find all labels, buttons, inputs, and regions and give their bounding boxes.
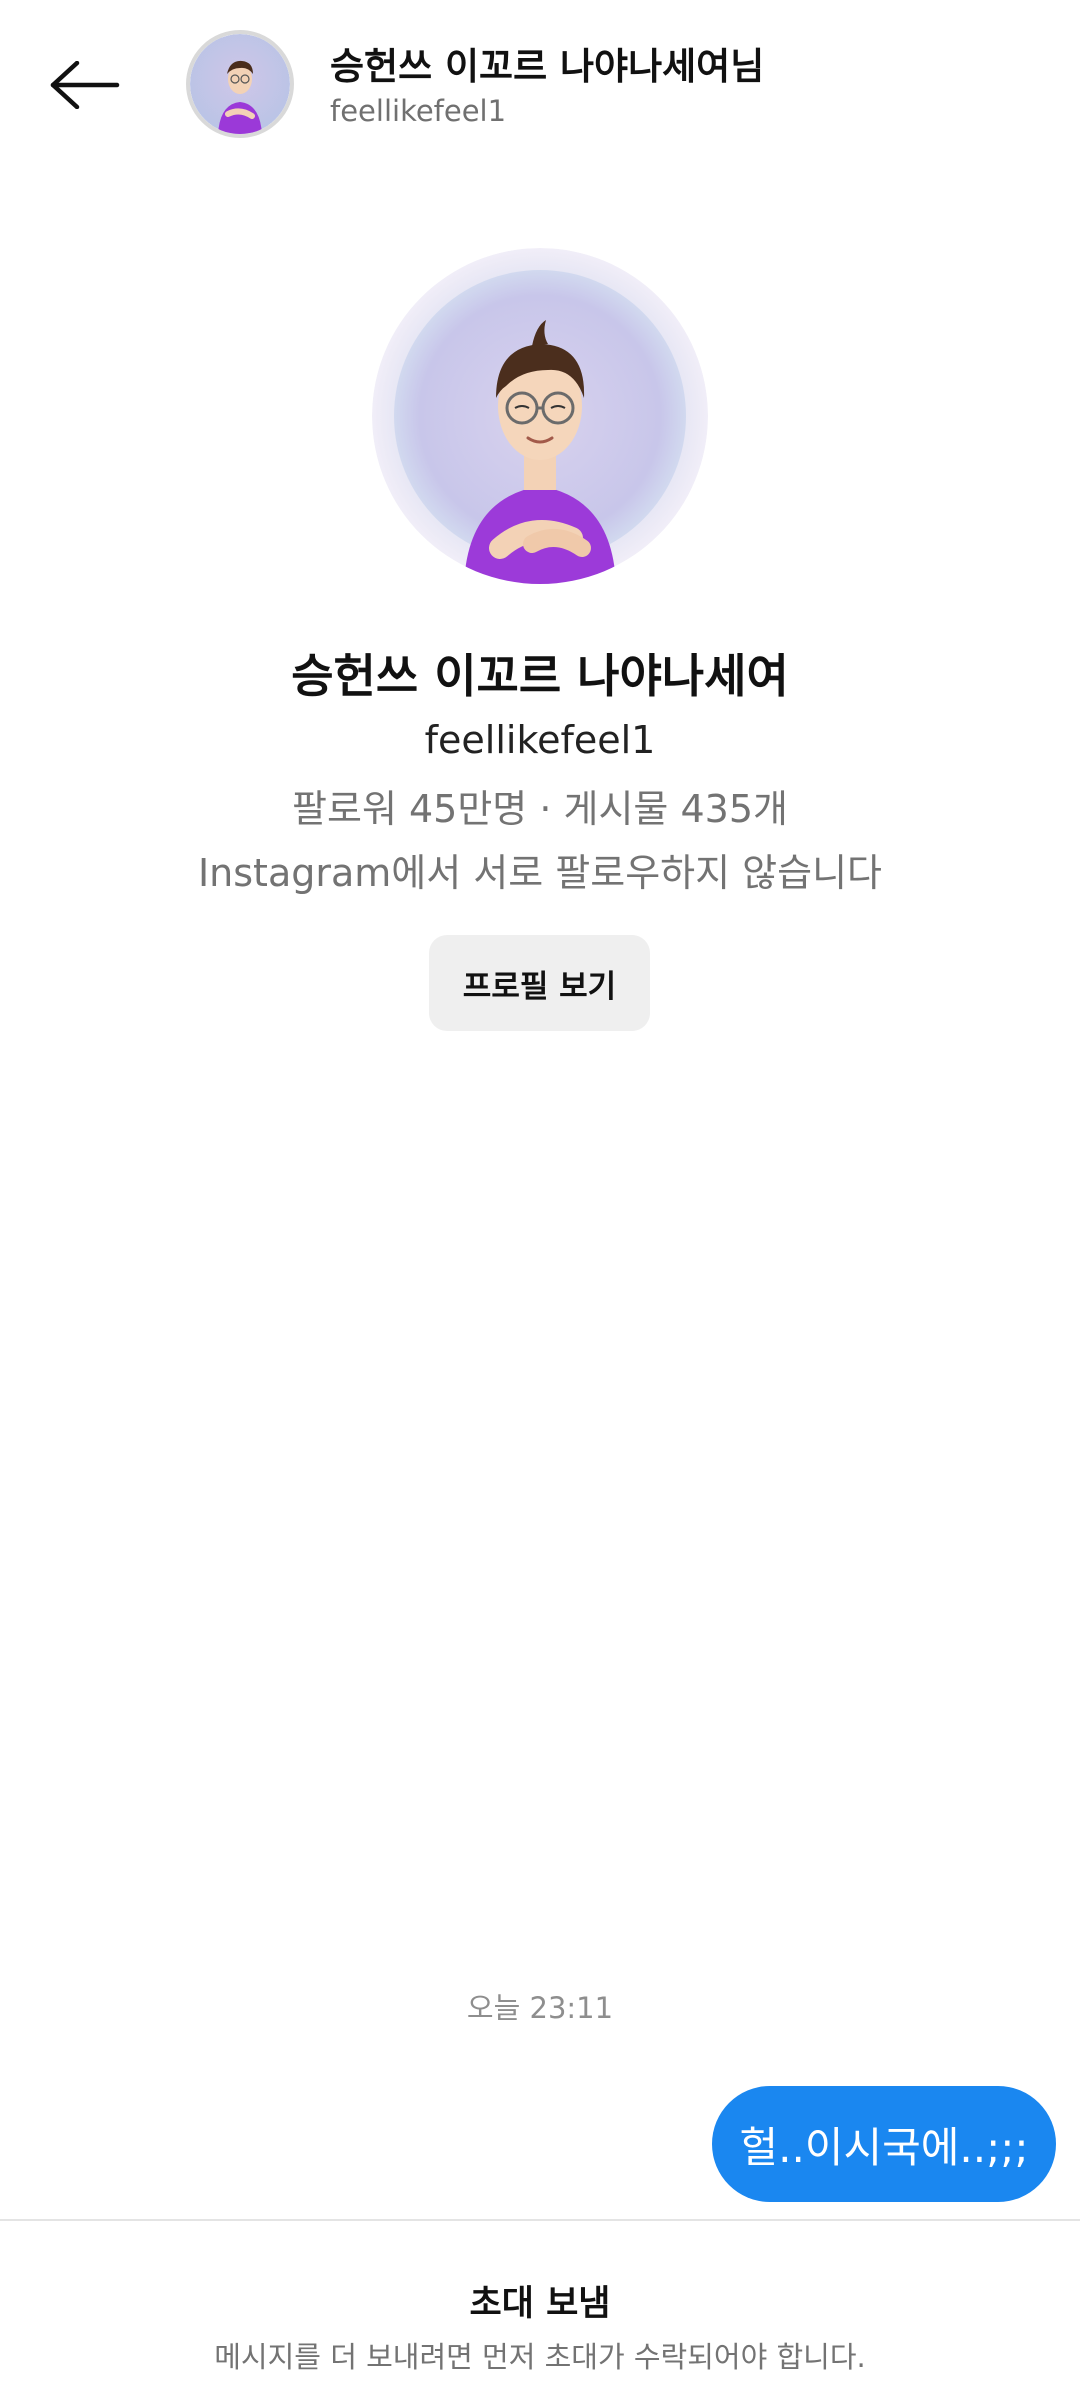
profile-avatar[interactable] (372, 248, 708, 584)
profile-stats: 팔로워 45만명 · 게시물 435개 (292, 787, 788, 831)
profile-username: feellikefeel1 (424, 718, 656, 762)
message-bubble-sent[interactable]: 헐..이시국에..;;; (712, 2086, 1056, 2202)
view-profile-button[interactable]: 프로필 보기 (429, 935, 650, 1031)
profile-name: 승헌쓰 이꼬르 나야나세여 (291, 649, 789, 703)
invite-sent-title: 초대 보냄 (469, 2284, 611, 2324)
invite-sent-description: 메시지를 더 보내려면 먼저 초대가 수락되어야 합니다. (214, 2340, 866, 2374)
header-avatar[interactable] (186, 30, 294, 138)
header-name[interactable]: 승헌쓰 이꼬르 나야나세여님 (330, 36, 764, 90)
profile-follow-status: Instagram에서 서로 팔로우하지 않습니다 (197, 851, 883, 895)
arrow-left-icon (50, 61, 120, 109)
message-timestamp: 오늘 23:11 (466, 1991, 614, 2025)
header-username[interactable]: feellikefeel1 (330, 94, 506, 128)
back-button[interactable] (40, 45, 130, 125)
chat-header: 승헌쓰 이꼬르 나야나세여님 feellikefeel1 (0, 0, 1080, 170)
footer-divider (0, 2219, 1080, 2221)
